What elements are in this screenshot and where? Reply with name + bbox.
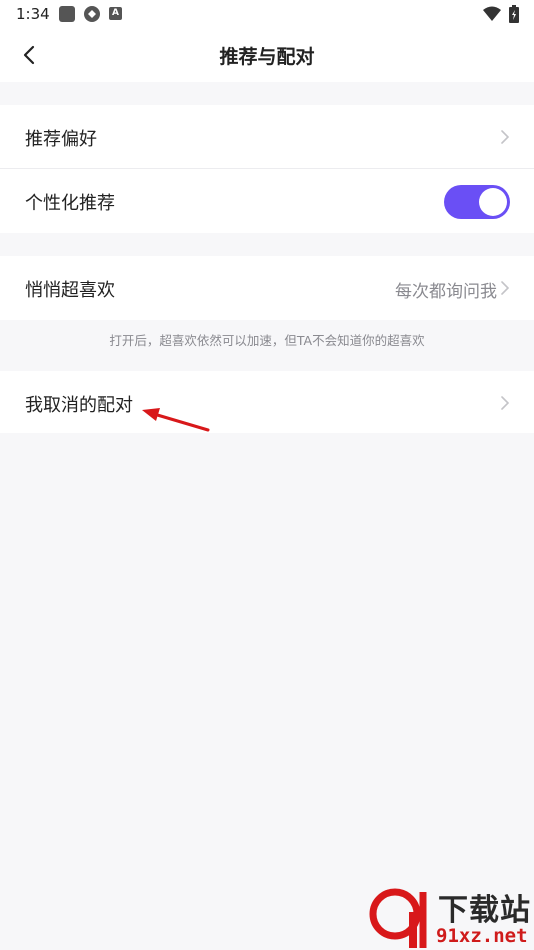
cancelled-matches-row[interactable]: 我取消的配对: [0, 371, 534, 433]
super-like-hint: 打开后，超喜欢依然可以加速，但TA不会知道你的超喜欢: [109, 333, 425, 348]
personalized-recommend-toggle[interactable]: [444, 185, 510, 219]
secret-super-like-row[interactable]: 悄悄超喜欢 每次都询问我: [0, 256, 534, 320]
page-title: 推荐与配对: [219, 46, 315, 68]
secret-super-like-label: 悄悄超喜欢: [25, 280, 115, 301]
status-bar: 1:34 A: [0, 0, 534, 28]
wifi-icon: [483, 6, 501, 21]
secret-super-like-value: 每次都询问我: [395, 282, 497, 302]
toggle-knob: [479, 188, 507, 216]
recommend-preference-row[interactable]: 推荐偏好: [0, 105, 534, 169]
square-icon: [59, 6, 75, 22]
watermark-text: 下载站: [438, 893, 531, 928]
chevron-right-icon: [501, 396, 510, 410]
personalized-recommend-label: 个性化推荐: [25, 193, 115, 214]
status-time: 1:34: [16, 5, 50, 23]
chevron-right-icon: [501, 130, 510, 144]
watermark-domain: 91xz.net: [436, 925, 528, 947]
red-arrow-annotation: [142, 408, 210, 432]
navigation-bar: 推荐与配对: [0, 28, 534, 82]
battery-charging-icon: [509, 5, 519, 23]
cancelled-matches-label: 我取消的配对: [25, 395, 133, 416]
chevron-right-icon: [501, 281, 510, 295]
a-badge-icon: A: [109, 7, 122, 20]
recommend-preference-label: 推荐偏好: [25, 129, 97, 150]
sync-icon: [84, 6, 100, 22]
